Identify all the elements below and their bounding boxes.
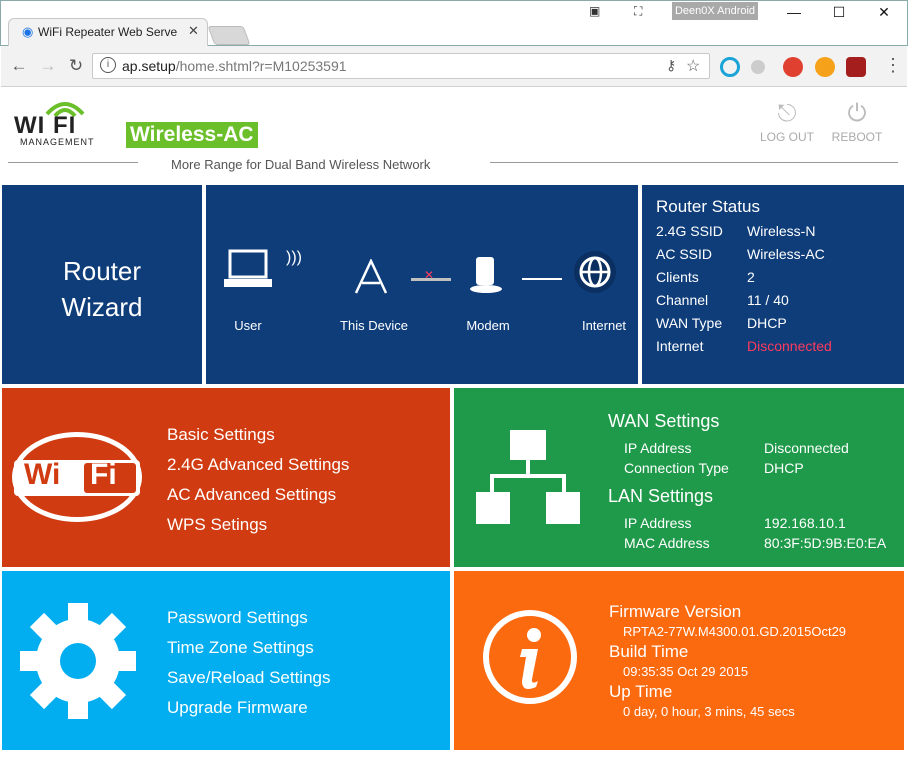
screenshot-icon[interactable]: ⛶ (634, 4, 642, 19)
wps-settings-link[interactable]: WPS Setings (167, 515, 267, 535)
disconnected-x-icon: ✕ (424, 268, 435, 282)
lan-value: 80:3F:5D:9B:E0:EA (764, 535, 887, 551)
save-reload-settings-link[interactable]: Save/Reload Settings (167, 668, 331, 688)
user-label: User (234, 318, 262, 333)
modem-label: Modem (466, 318, 510, 333)
reboot-button[interactable]: ⏻ REBOOT (827, 100, 887, 144)
wan-value: Disconnected (764, 440, 849, 456)
close-window-button[interactable]: ✕ (874, 4, 894, 21)
key-icon[interactable]: ⚷ (666, 57, 676, 74)
status-key: Clients (656, 269, 699, 285)
status-value: DHCP (747, 315, 787, 331)
upgrade-firmware-link[interactable]: Upgrade Firmware (167, 698, 308, 718)
status-value: 2 (747, 269, 755, 285)
wifi-settings-tile: Wi Fi Basic Settings 2.4G Advanced Setti… (2, 388, 450, 567)
back-icon[interactable]: ← (8, 56, 30, 76)
tab-title: WiFi Repeater Web Serve (38, 25, 178, 39)
logout-button[interactable]: ⎋ LOG OUT (757, 100, 817, 144)
extension-1-icon[interactable] (720, 57, 740, 77)
lan-value: 192.168.10.1 (764, 515, 846, 531)
internet-status-value: Disconnected (747, 338, 832, 354)
reboot-label: REBOOT (831, 130, 883, 144)
status-value: Wireless-AC (747, 246, 825, 262)
power-icon: ⏻ (847, 100, 867, 127)
firmware-version-title: Firmware Version (609, 602, 742, 621)
firmware-version-value: RPTA2-77W.M4300.01.GD.2015Oct29 (623, 624, 847, 639)
extension-3-icon[interactable] (783, 57, 803, 77)
lan-key: MAC Address (624, 535, 710, 551)
forward-icon[interactable]: → (37, 56, 59, 76)
internet-label: Internet (581, 318, 627, 333)
wifi-logo-wi: Wi (24, 458, 61, 491)
basic-settings-link[interactable]: Basic Settings (167, 425, 275, 445)
cast-icon[interactable]: ▣ (589, 4, 600, 18)
extension-4-icon[interactable] (815, 57, 835, 77)
profile-badge[interactable]: Deen0X Android (672, 2, 758, 20)
system-info-tile: Firmware Version RPTA2-77W.M4300.01.GD.2… (454, 571, 904, 750)
status-key: WAN Type (656, 315, 723, 331)
reload-icon[interactable]: ↻ (65, 56, 87, 76)
new-tab-button[interactable] (207, 26, 251, 45)
wizard-line-2: Wizard (61, 292, 143, 322)
wizard-line-1: Router (62, 256, 142, 286)
build-time-title: Build Time (609, 642, 689, 661)
status-title: Router Status (656, 197, 760, 216)
wan-settings-title[interactable]: WAN Settings (608, 411, 719, 432)
tagline: More Range for Dual Band Wireless Networ… (171, 157, 431, 172)
extension-2-icon[interactable] (751, 60, 765, 74)
wan-value: DHCP (764, 460, 804, 476)
up-time-title: Up Time (609, 682, 673, 701)
tab-close-icon[interactable]: ✕ (188, 23, 199, 39)
logout-label: LOG OUT (759, 130, 814, 144)
status-key: 2.4G SSID (656, 223, 723, 239)
logo-subtext: MANAGEMENT (20, 137, 95, 147)
router-wizard-tile[interactable]: Router Wizard (2, 185, 202, 384)
status-key: AC SSID (656, 246, 713, 262)
status-key: Internet (656, 338, 704, 354)
status-value: 11 / 40 (747, 292, 789, 308)
network-diagram-icon (476, 428, 580, 531)
minimize-button[interactable]: — (784, 4, 804, 20)
wan-key: Connection Type (624, 460, 729, 476)
wan-lan-tile: WAN Settings IP Address Disconnected Con… (454, 388, 904, 567)
header-divider (8, 162, 138, 163)
status-key: Channel (656, 292, 709, 308)
wifi-favicon-icon: ◉ (22, 24, 34, 39)
logo-text: WI FI (14, 112, 77, 139)
build-time-value: 09:35:35 Oct 29 2015 (623, 664, 749, 679)
bookmark-star-icon[interactable]: ☆ (686, 56, 700, 76)
info-circle-icon (482, 609, 578, 710)
up-time-value: 0 day, 0 hour, 3 mins, 45 secs (623, 704, 795, 719)
info-icon[interactable]: i (100, 57, 116, 73)
ac-advanced-settings-link[interactable]: AC Advanced Settings (167, 485, 336, 505)
time-zone-settings-link[interactable]: Time Zone Settings (167, 638, 314, 658)
ublock-icon[interactable] (846, 57, 866, 77)
wizard-title: Router Wizard (2, 253, 202, 325)
wifi-logo-fi: Fi (90, 458, 117, 491)
system-settings-tile: Password Settings Time Zone Settings Sav… (2, 571, 450, 750)
signal-icon: ))) (286, 249, 302, 266)
menu-dots-icon[interactable]: ⋮ (884, 55, 902, 76)
this-device-label: This Device (340, 318, 408, 333)
laptop-icon (224, 249, 272, 296)
logout-icon: ⎋ (777, 100, 797, 127)
network-topology-tile: ))) ✕ User This Device Modem Internet (206, 185, 638, 384)
maximize-button[interactable]: ☐ (829, 4, 849, 21)
url-text[interactable]: ap.setup/home.shtml?r=M10253591 (122, 58, 347, 74)
router-status-tile: Router Status 2.4G SSID Wireless-N AC SS… (642, 185, 904, 384)
lan-key: IP Address (624, 515, 692, 531)
lan-settings-title[interactable]: LAN Settings (608, 486, 713, 507)
gear-icon (18, 601, 138, 726)
password-settings-link[interactable]: Password Settings (167, 608, 308, 628)
24g-advanced-settings-link[interactable]: 2.4G Advanced Settings (167, 455, 349, 475)
access-point-icon (354, 258, 388, 300)
status-value: Wireless-N (747, 223, 816, 239)
link-line (522, 278, 562, 280)
product-badge: Wireless-AC (126, 122, 258, 148)
wan-key: IP Address (624, 440, 692, 456)
modem-icon (468, 255, 504, 300)
globe-icon (572, 249, 618, 300)
header-divider (490, 162, 898, 163)
